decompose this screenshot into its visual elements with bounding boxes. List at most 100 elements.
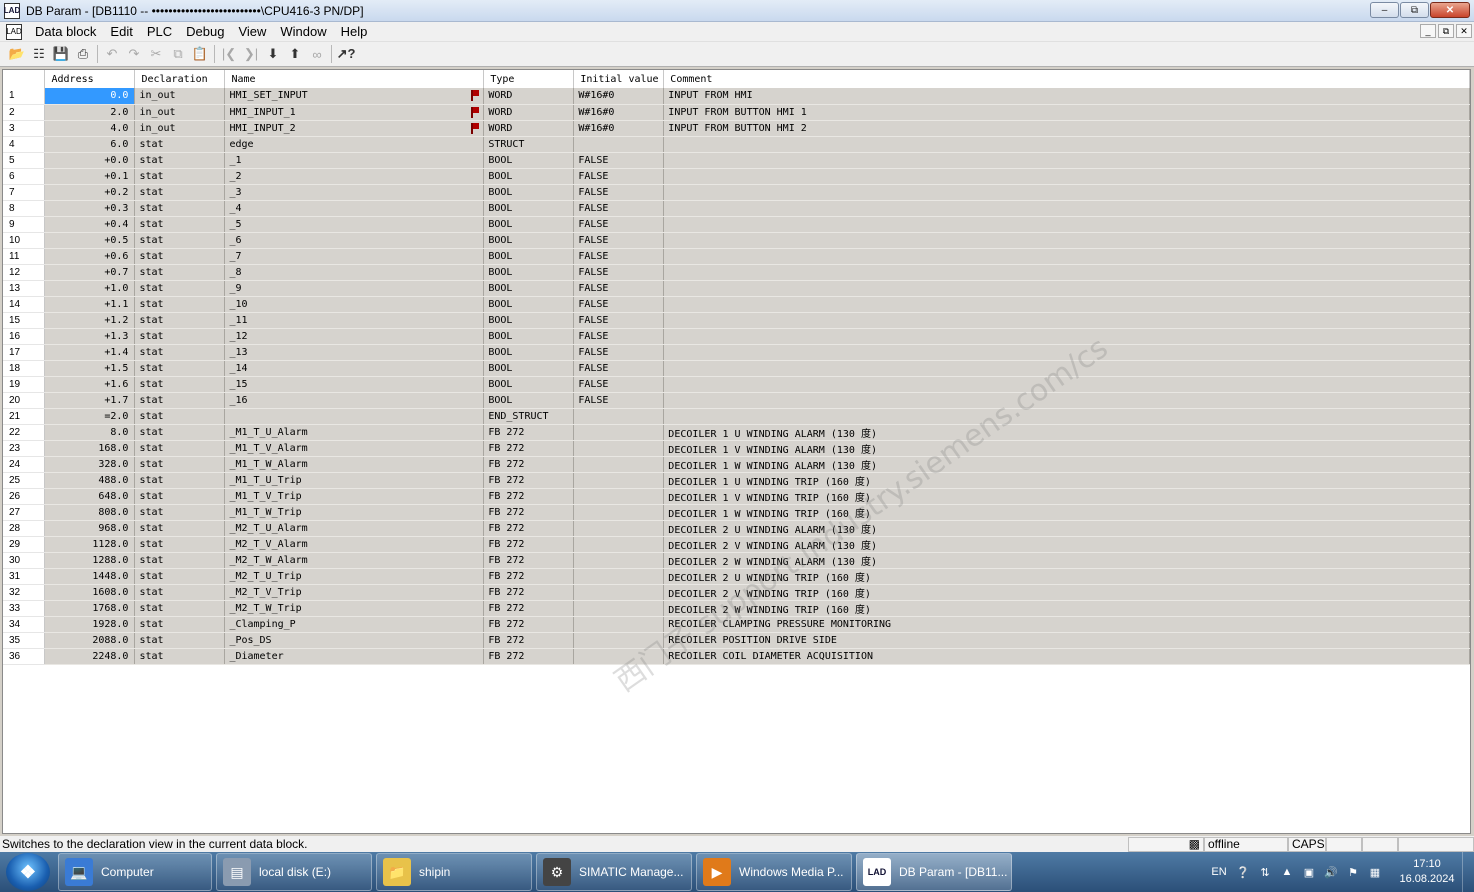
table-row[interactable]: 3 4.0 in_out HMI_INPUT_2 WORD W#16#0 INPUT FRO… — [3, 120, 1470, 137]
cell-initial-value[interactable] — [573, 600, 665, 617]
header-address[interactable]: Address — [44, 70, 136, 88]
cell-declaration[interactable]: stat — [134, 280, 226, 297]
network-status-icon[interactable]: ▦ — [1366, 863, 1384, 881]
cell-initial-value[interactable]: FALSE — [573, 296, 665, 313]
cell-declaration[interactable]: stat — [134, 152, 226, 169]
cell-initial-value[interactable]: FALSE — [573, 200, 665, 217]
cell-name[interactable]: _M1_T_V_Alarm — [224, 440, 485, 457]
cell-type[interactable]: FB 272 — [483, 616, 575, 633]
cell-comment[interactable] — [663, 312, 1470, 329]
download-icon[interactable]: ⬇ — [262, 44, 284, 64]
action-center-flag-icon[interactable]: ⚑ — [1344, 863, 1362, 881]
table-row[interactable]: 10 +0.5 stat _6 BOOL FALSE — [3, 232, 1470, 249]
cell-address[interactable]: +0.0 — [44, 152, 136, 169]
help-icon[interactable]: ↗? — [335, 44, 357, 64]
table-row[interactable]: 27 808.0 stat _M1_T_W_Trip FB 272 DECOILER 1 … — [3, 504, 1470, 521]
cell-comment[interactable] — [663, 376, 1470, 393]
cell-address[interactable]: 0.0 — [44, 88, 136, 105]
cell-address[interactable]: +1.3 — [44, 328, 136, 345]
cell-name[interactable]: _10 — [224, 296, 485, 313]
table-row[interactable]: 1 0.0 in_out HMI_SET_INPUT WORD W#16#0 INPUT F… — [3, 88, 1470, 105]
cell-comment[interactable]: DECOILER 2 W WINDING ALARM (130 度) — [663, 552, 1470, 569]
cell-initial-value[interactable] — [573, 520, 665, 537]
minimize-button[interactable]: – — [1370, 2, 1399, 18]
cell-address[interactable]: 968.0 — [44, 520, 136, 537]
cell-name[interactable]: _M1_T_W_Alarm — [224, 456, 485, 473]
cell-comment[interactable]: DECOILER 2 V WINDING ALARM (130 度) — [663, 536, 1470, 553]
cell-comment[interactable] — [663, 232, 1470, 249]
cell-type[interactable]: FB 272 — [483, 648, 575, 665]
cell-address[interactable]: =2.0 — [44, 408, 136, 425]
cell-comment[interactable]: RECOILER COIL DIAMETER ACQUISITION — [663, 648, 1470, 665]
cell-type[interactable]: BOOL — [483, 296, 575, 313]
cell-comment[interactable] — [663, 360, 1470, 377]
cell-type[interactable]: BOOL — [483, 328, 575, 345]
cell-type[interactable]: STRUCT — [483, 136, 575, 153]
cell-name[interactable]: edge — [224, 136, 485, 153]
cell-initial-value[interactable]: FALSE — [573, 360, 665, 377]
cell-declaration[interactable]: stat — [134, 424, 226, 441]
doc-close-button[interactable]: ✕ — [1456, 24, 1472, 38]
cell-name[interactable]: _5 — [224, 216, 485, 233]
cell-name[interactable]: _15 — [224, 376, 485, 393]
cell-type[interactable]: BOOL — [483, 232, 575, 249]
cell-declaration[interactable]: stat — [134, 440, 226, 457]
cell-name[interactable]: _1 — [224, 152, 485, 169]
cell-address[interactable]: +0.1 — [44, 168, 136, 185]
cell-declaration[interactable]: in_out — [134, 120, 226, 137]
taskbar-item-computer[interactable]: 💻 Computer — [58, 853, 212, 891]
cell-initial-value[interactable]: FALSE — [573, 152, 665, 169]
cell-comment[interactable] — [663, 152, 1470, 169]
cell-declaration[interactable]: stat — [134, 248, 226, 265]
cell-comment[interactable]: DECOILER 1 W WINDING ALARM (130 度) — [663, 456, 1470, 473]
cell-address[interactable]: 1448.0 — [44, 568, 136, 585]
table-row[interactable]: 30 1288.0 stat _M2_T_W_Alarm FB 272 DECOILER … — [3, 552, 1470, 569]
cell-declaration[interactable]: stat — [134, 456, 226, 473]
cell-name[interactable]: _M2_T_V_Trip — [224, 584, 485, 601]
cell-initial-value[interactable] — [573, 632, 665, 649]
cell-address[interactable]: 808.0 — [44, 504, 136, 521]
table-row[interactable]: 11 +0.6 stat _7 BOOL FALSE — [3, 248, 1470, 265]
cell-address[interactable]: 648.0 — [44, 488, 136, 505]
cell-type[interactable]: BOOL — [483, 200, 575, 217]
table-row[interactable]: 29 1128.0 stat _M2_T_V_Alarm FB 272 DECOILER … — [3, 536, 1470, 553]
table-row[interactable]: 20 +1.7 stat _16 BOOL FALSE — [3, 392, 1470, 409]
cell-declaration[interactable]: stat — [134, 232, 226, 249]
cell-declaration[interactable]: stat — [134, 312, 226, 329]
cell-type[interactable]: BOOL — [483, 168, 575, 185]
help-tray-icon[interactable]: ❔ — [1234, 863, 1252, 881]
app-tray-icon[interactable]: ▣ — [1300, 863, 1318, 881]
cell-initial-value[interactable] — [573, 136, 665, 153]
cell-initial-value[interactable] — [573, 440, 665, 457]
cell-name[interactable]: _3 — [224, 184, 485, 201]
cell-comment[interactable]: RECOILER CLAMPING PRESSURE MONITORING — [663, 616, 1470, 633]
cell-declaration[interactable]: stat — [134, 200, 226, 217]
cell-type[interactable]: FB 272 — [483, 536, 575, 553]
cell-address[interactable]: 488.0 — [44, 472, 136, 489]
cell-address[interactable]: 1608.0 — [44, 584, 136, 601]
cell-type[interactable]: FB 272 — [483, 456, 575, 473]
close-button[interactable]: ✕ — [1430, 2, 1470, 18]
cell-declaration[interactable]: stat — [134, 488, 226, 505]
cell-initial-value[interactable] — [573, 488, 665, 505]
cell-address[interactable]: 328.0 — [44, 456, 136, 473]
cell-name[interactable]: _Pos_DS — [224, 632, 485, 649]
menu-view[interactable]: View — [231, 22, 273, 42]
cell-declaration[interactable]: stat — [134, 184, 226, 201]
cell-comment[interactable] — [663, 264, 1470, 281]
cell-address[interactable]: 1928.0 — [44, 616, 136, 633]
cell-type[interactable]: FB 272 — [483, 520, 575, 537]
network-tray-icon[interactable]: ⇅ — [1256, 863, 1274, 881]
menu-debug[interactable]: Debug — [179, 22, 231, 42]
cell-comment[interactable] — [663, 168, 1470, 185]
doc-restore-button[interactable]: ⧉ — [1438, 24, 1454, 38]
cell-comment[interactable] — [663, 136, 1470, 153]
cell-initial-value[interactable] — [573, 456, 665, 473]
cell-initial-value[interactable] — [573, 408, 665, 425]
cell-comment[interactable]: RECOILER POSITION DRIVE SIDE — [663, 632, 1470, 649]
cell-initial-value[interactable] — [573, 568, 665, 585]
cell-type[interactable]: BOOL — [483, 360, 575, 377]
cell-type[interactable]: BOOL — [483, 280, 575, 297]
table-row[interactable]: 15 +1.2 stat _11 BOOL FALSE — [3, 312, 1470, 329]
cell-name[interactable]: _M2_T_W_Alarm — [224, 552, 485, 569]
